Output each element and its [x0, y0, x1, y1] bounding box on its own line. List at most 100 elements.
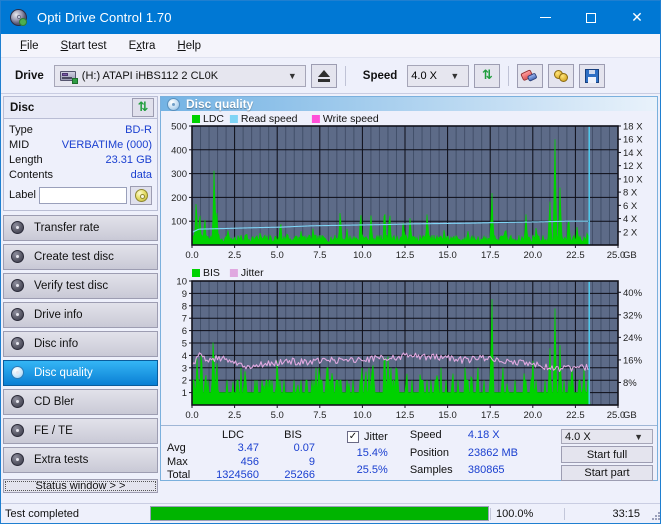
- menu-extra[interactable]: Extra: [118, 37, 167, 55]
- disc-label-key: Label: [9, 189, 36, 201]
- elapsed-time: 33:15: [564, 507, 648, 520]
- svg-text:10: 10: [176, 277, 187, 288]
- statistics-panel: LDC BIS Avg 3.47 0.07 Max 456 9 Total 13…: [161, 425, 657, 483]
- menu-help[interactable]: Help: [166, 37, 212, 55]
- erase-button[interactable]: [517, 63, 544, 88]
- test-nav: Transfer rate Create test disc Verify te…: [3, 215, 158, 473]
- svg-text:8%: 8%: [623, 378, 637, 389]
- test-speed-select[interactable]: 4.0 X ▼: [561, 429, 653, 445]
- disc-refresh-button[interactable]: ⇅: [132, 98, 154, 117]
- save-button[interactable]: [579, 63, 606, 88]
- minimize-button[interactable]: [522, 1, 568, 34]
- refresh-button[interactable]: ⇅: [474, 63, 501, 88]
- position-stat-value: 23862 MB: [467, 446, 518, 459]
- sidebar-item-cd-bler[interactable]: CD Bler: [3, 389, 158, 415]
- resize-grip[interactable]: [648, 508, 660, 520]
- svg-text:4: 4: [182, 351, 187, 362]
- disc-icon: [11, 308, 25, 322]
- progress-bar: [150, 506, 489, 521]
- close-button[interactable]: ✕: [614, 1, 660, 34]
- bookmarks-button[interactable]: [548, 63, 575, 88]
- disc-icon: [11, 395, 25, 409]
- svg-text:22.5: 22.5: [566, 250, 585, 261]
- svg-text:5.0: 5.0: [271, 250, 284, 261]
- content-panel: Disc quality 100 200 300 400 500 2 X 4 X 6 X 8 X…: [160, 96, 658, 481]
- sidebar-item-label: Create test disc: [34, 251, 114, 263]
- disc-icon: [11, 337, 25, 351]
- stats-header-ldc: LDC: [221, 429, 244, 441]
- svg-text:200: 200: [171, 193, 187, 204]
- jitter-stats: ✓ Jitter 15.4% 25.5%: [347, 429, 388, 481]
- drive-label: Drive: [15, 69, 44, 82]
- sidebar-item-fe-te[interactable]: FE / TE: [3, 418, 158, 444]
- disc-row-value: data: [130, 168, 152, 181]
- svg-text:Read speed: Read speed: [241, 113, 298, 125]
- svg-text:16%: 16%: [623, 355, 643, 366]
- svg-text:1: 1: [182, 388, 187, 399]
- chevron-down-icon: ▼: [287, 70, 297, 81]
- menu-file[interactable]: File: [9, 37, 50, 55]
- start-full-button[interactable]: Start full: [561, 446, 653, 463]
- sidebar-item-verify-test-disc[interactable]: Verify test disc: [3, 273, 158, 299]
- chart-bis-svg: 12 345 67 8910 8% 16% 24% 32% 40% 0.0 2.5 5.0 7.5 10.…: [176, 267, 643, 421]
- svg-text:4 X: 4 X: [623, 214, 638, 225]
- drive-select[interactable]: (H:) ATAPI iHBS112 2 CL0K ▼: [53, 64, 306, 87]
- jitter-checkbox[interactable]: ✓: [347, 431, 359, 444]
- title-bar: Opti Drive Control 1.70 ✕: [1, 1, 660, 34]
- stats-total-bis: 25266: [284, 468, 315, 481]
- svg-text:2.5: 2.5: [228, 250, 241, 261]
- disc-label-row: Label: [9, 184, 152, 206]
- menu-bar: File Start test Extra Help: [1, 34, 660, 58]
- sidebar-item-extra-tests[interactable]: Extra tests: [3, 447, 158, 473]
- chevron-down-icon: ▼: [634, 431, 643, 442]
- disc-icon: [11, 453, 25, 467]
- refresh-icon: ⇅: [481, 68, 493, 83]
- svg-text:5: 5: [182, 339, 187, 350]
- sidebar-item-label: Disc quality: [34, 367, 93, 379]
- status-window-button[interactable]: Status window > >: [3, 479, 158, 493]
- sidebar-item-transfer-rate[interactable]: Transfer rate: [3, 215, 158, 241]
- eject-button[interactable]: [310, 63, 337, 88]
- stats-row-label: Max: [167, 455, 188, 468]
- sidebar-item-drive-info[interactable]: Drive info: [3, 302, 158, 328]
- gold-rings-icon: [553, 69, 569, 82]
- drive-select-value: (H:) ATAPI iHBS112 2 CL0K: [81, 69, 219, 82]
- svg-text:0.0: 0.0: [185, 250, 198, 261]
- maximize-button[interactable]: [568, 1, 614, 34]
- svg-text:14 X: 14 X: [623, 148, 643, 159]
- sidebar-item-label: Verify test disc: [34, 280, 109, 292]
- samples-stat-label: Samples: [409, 464, 453, 477]
- position-stat-label: Position: [409, 446, 449, 459]
- disc-label-input[interactable]: [38, 186, 127, 204]
- sidebar-item-disc-info[interactable]: Disc info: [3, 331, 158, 357]
- sidebar-item-disc-quality[interactable]: Disc quality: [3, 360, 158, 386]
- svg-text:0.0: 0.0: [185, 410, 198, 421]
- stats-row-label: Avg: [167, 442, 186, 455]
- svg-text:40%: 40%: [623, 288, 643, 299]
- menu-start-test[interactable]: Start test: [50, 37, 118, 55]
- start-part-button[interactable]: Start part: [561, 464, 653, 481]
- stats-max-ldc: 456: [240, 455, 259, 468]
- svg-text:12.5: 12.5: [396, 250, 415, 261]
- svg-text:500: 500: [171, 122, 187, 133]
- svg-text:5.0: 5.0: [271, 410, 284, 421]
- svg-text:400: 400: [171, 145, 187, 156]
- svg-text:6 X: 6 X: [623, 201, 638, 212]
- speed-select-value: 4.0 X: [411, 69, 437, 82]
- svg-text:BIS: BIS: [203, 267, 220, 279]
- chevron-down-icon: ▼: [450, 70, 460, 81]
- disc-row-key: Contents: [9, 168, 54, 181]
- app-window: Opti Drive Control 1.70 ✕ File Start tes…: [0, 0, 661, 524]
- speed-stat-value: 4.18 X: [467, 429, 500, 441]
- speed-stat-label: Speed: [409, 429, 442, 441]
- chart-ldc-svg: 100 200 300 400 500 2 X 4 X 6 X 8 X 10 X 12 X 14 X 1…: [171, 113, 643, 261]
- svg-text:8: 8: [182, 301, 187, 312]
- svg-text:15.0: 15.0: [438, 410, 457, 421]
- speed-select[interactable]: 4.0 X ▼: [407, 64, 470, 87]
- disc-label-button[interactable]: [130, 185, 152, 205]
- window-title: Opti Drive Control 1.70: [37, 10, 172, 25]
- stats-corner: [167, 429, 201, 441]
- disc-row-type: Type BD-R: [9, 122, 152, 137]
- svg-text:300: 300: [171, 169, 187, 180]
- sidebar-item-create-test-disc[interactable]: Create test disc: [3, 244, 158, 270]
